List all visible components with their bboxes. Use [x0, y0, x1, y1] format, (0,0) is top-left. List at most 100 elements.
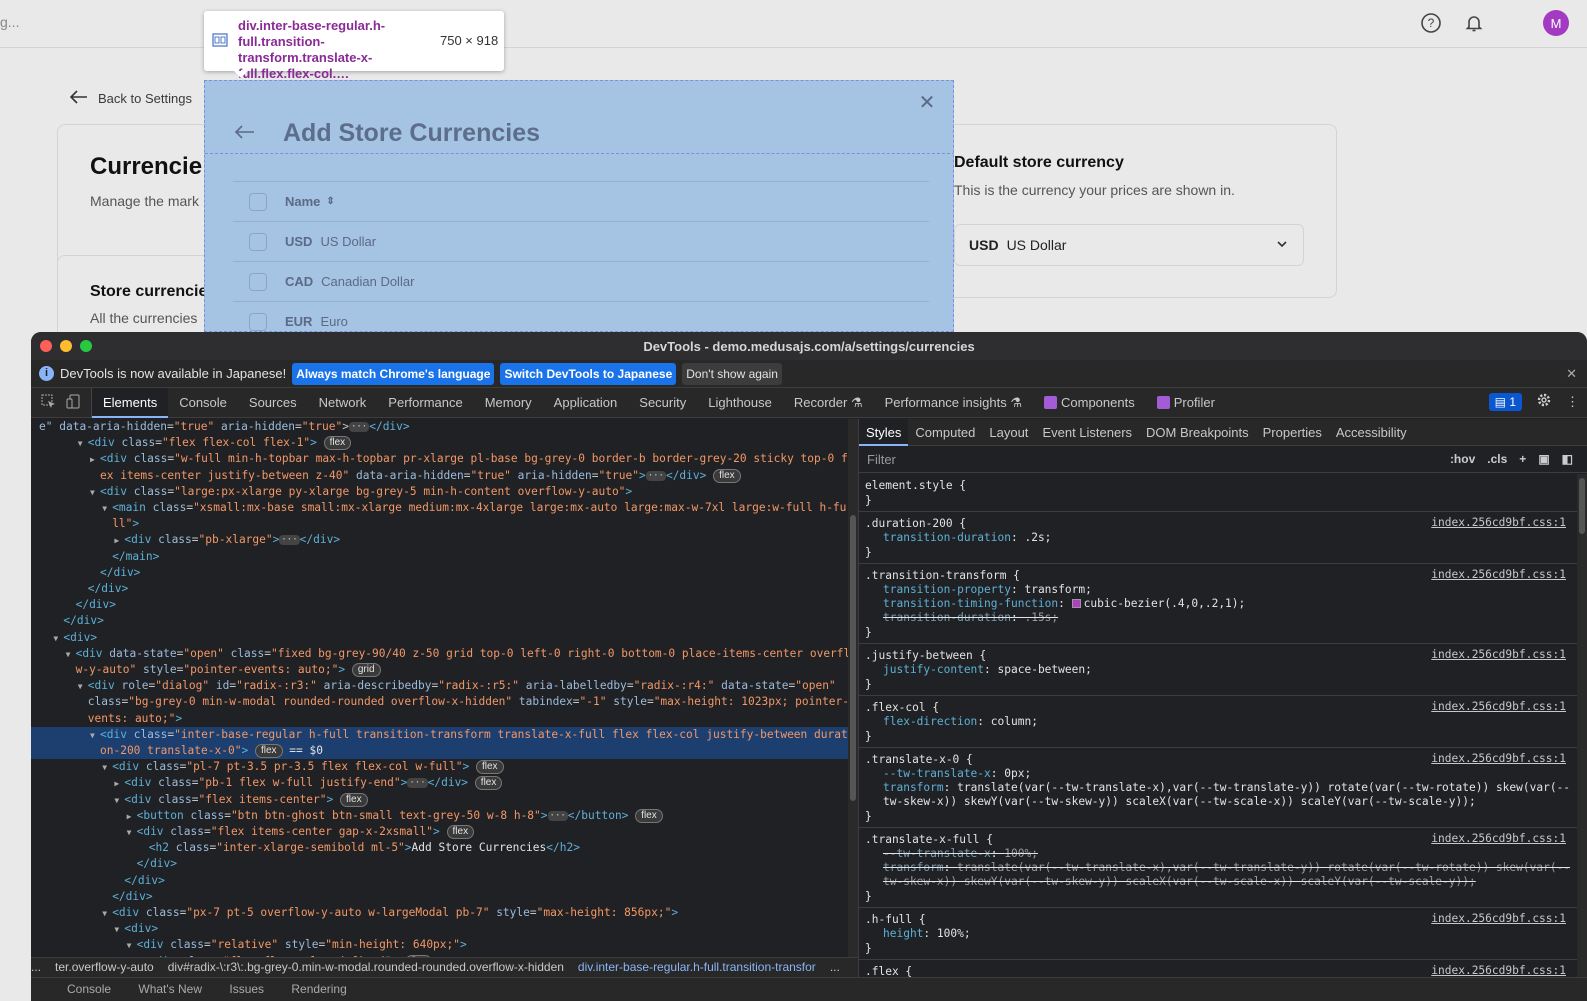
styles-scrollbar[interactable] [1577, 474, 1587, 977]
css-rule[interactable]: .h-full {index.256cd9bf.css:1 height: 100… [859, 908, 1578, 960]
help-icon[interactable]: ? [1418, 10, 1444, 36]
css-selector[interactable]: element.style { [865, 478, 1572, 493]
dom-node[interactable]: </div> [31, 597, 848, 613]
close-icon[interactable]: ✕ [1566, 366, 1577, 382]
tab-profiler[interactable]: Profiler [1146, 388, 1226, 418]
css-value[interactable]: translate(var(--tw-translate-x),var(--tw… [957, 781, 1570, 794]
breadcrumb-item[interactable]: ter.overflow-y-auto [55, 960, 154, 974]
css-declaration[interactable]: transition-timing-function: cubic-bezier… [865, 597, 1572, 611]
css-value[interactable]: column; [991, 715, 1038, 728]
dom-node[interactable]: class="bg-grey-0 min-w-modal rounded-rou… [31, 694, 848, 710]
more-options-icon[interactable]: ⋮ [1566, 394, 1579, 410]
select-all-checkbox[interactable] [249, 192, 267, 211]
dom-node[interactable]: ▼ <div class="relative" style="min-height… [31, 937, 848, 953]
css-source-link[interactable]: index.256cd9bf.css:1 [1431, 700, 1566, 713]
dom-node-selected[interactable]: ▼ <div class="inter-base-regular h-full t… [31, 726, 848, 743]
css-value[interactable]: .15s; [1024, 611, 1058, 624]
scrollbar-thumb[interactable] [850, 515, 856, 801]
css-value[interactable]: tw-skew-x)) skewY(var(--tw-skew-y)) scal… [883, 795, 1476, 808]
css-property[interactable]: justify-content [883, 663, 984, 676]
css-value[interactable]: space-between; [998, 663, 1092, 676]
dom-node[interactable]: </div> [31, 565, 848, 581]
tab-accessibility[interactable]: Accessibility [1329, 419, 1414, 446]
css-declaration[interactable]: transition-duration: .2s; [865, 531, 1572, 545]
css-property[interactable]: flex-direction [883, 715, 977, 728]
zoom-window-button[interactable] [80, 340, 92, 352]
close-icon[interactable]: ✕ [917, 93, 937, 113]
css-property[interactable]: transition-duration [883, 611, 1011, 624]
css-value[interactable]: 0px; [1004, 767, 1031, 780]
tab-network[interactable]: Network [308, 388, 378, 418]
elements-tree[interactable]: e" data-aria-hidden="true" aria-hidden="… [31, 419, 848, 957]
row-checkbox[interactable] [249, 312, 267, 331]
breadcrumb-item-selected[interactable]: div.inter-base-regular.h-full.transition… [578, 960, 816, 974]
css-value[interactable]: 100%; [1004, 847, 1038, 860]
gear-icon[interactable] [1536, 392, 1552, 411]
dom-node[interactable]: </div> [31, 856, 848, 872]
tab-performance-insights[interactable]: Performance insights ⚗ [874, 388, 1033, 418]
dom-node[interactable]: ▼ <div class="pl-7 pt-3.5 pr-3.5 flex fle… [31, 759, 848, 775]
drawer-tab-rendering[interactable]: Rendering [291, 982, 346, 996]
css-declaration[interactable]: justify-content: space-between; [865, 663, 1572, 677]
dom-node[interactable]: ▶ <button class="btn btn-ghost btn-small … [31, 808, 848, 824]
tab-console[interactable]: Console [168, 388, 238, 418]
dom-node[interactable]: ▼ <div class="large:px-xlarge py-xlarge b… [31, 484, 848, 500]
dom-node[interactable]: ▼ <div> [31, 630, 848, 646]
minimize-window-button[interactable] [60, 340, 72, 352]
hover-state-toggle[interactable]: :hov [1450, 452, 1475, 466]
dont-show-again-button[interactable]: Don't show again [682, 362, 782, 385]
breadcrumb-more[interactable]: ... [830, 960, 840, 974]
css-rule[interactable]: .flex-col {index.256cd9bf.css:1 flex-dire… [859, 696, 1578, 748]
css-property[interactable]: transition-duration [883, 531, 1011, 544]
css-declaration[interactable]: --tw-translate-x: 0px; [865, 767, 1572, 781]
tab-recorder[interactable]: Recorder ⚗ [783, 388, 874, 418]
tab-memory[interactable]: Memory [474, 388, 543, 418]
close-window-button[interactable] [40, 340, 52, 352]
default-currency-select[interactable]: USD US Dollar [954, 224, 1304, 266]
dom-node[interactable]: ▼ <div class="px-7 pt-5 overflow-y-auto w… [31, 905, 848, 921]
table-row[interactable]: USD US Dollar [233, 221, 929, 261]
css-declaration[interactable]: tw-skew-x)) skewY(var(--tw-skew-y)) scal… [865, 875, 1572, 889]
dom-node[interactable]: ▶ <div class="pb-xlarge"> ··· </div> [31, 532, 848, 548]
css-declaration[interactable]: transform: translate(var(--tw-translate-… [865, 861, 1572, 875]
toggle-sidebar-icon[interactable]: ◧ [1562, 452, 1573, 466]
css-rule[interactable]: element.style {} [859, 474, 1578, 512]
tab-application[interactable]: Application [543, 388, 629, 418]
dom-node-selected[interactable]: on-200 translate-x-0"> flex == $0 [31, 743, 848, 759]
dom-node[interactable]: </div> [31, 873, 848, 889]
avatar[interactable]: M [1543, 10, 1569, 36]
breadcrumb-item[interactable]: div#radix-\:r3\:.bg-grey-0.min-w-modal.r… [168, 960, 564, 974]
css-property[interactable]: transition-timing-function [883, 597, 1058, 610]
tab-performance[interactable]: Performance [377, 388, 473, 418]
dom-node[interactable]: ▼ <div> [31, 921, 848, 937]
dom-node[interactable]: ll"> [31, 516, 848, 532]
css-property[interactable]: transform [883, 781, 944, 794]
paint-icon[interactable]: ▣ [1538, 452, 1549, 466]
tab-components[interactable]: Components [1033, 388, 1146, 418]
tab-lighthouse[interactable]: Lighthouse [697, 388, 783, 418]
css-rule[interactable]: .justify-between {index.256cd9bf.css:1 ju… [859, 644, 1578, 696]
css-value[interactable]: translate(var(--tw-translate-x),var(--tw… [957, 861, 1570, 874]
css-rule[interactable]: .flex {index.256cd9bf.css:1display: flex… [859, 960, 1578, 977]
css-source-link[interactable]: index.256cd9bf.css:1 [1431, 832, 1566, 845]
dom-node[interactable]: ▼ <div data-state="open" class="fixed bg-… [31, 646, 848, 662]
css-rule[interactable]: .translate-x-0 {index.256cd9bf.css:1 --tw… [859, 748, 1578, 828]
add-rule-icon[interactable]: + [1519, 452, 1526, 466]
css-source-link[interactable]: index.256cd9bf.css:1 [1431, 964, 1566, 977]
css-property[interactable]: height [883, 927, 923, 940]
css-declaration[interactable]: tw-skew-x)) skewY(var(--tw-skew-y)) scal… [865, 795, 1572, 809]
dom-node[interactable]: ▶ <div class="w-full min-h-topbar max-h-t… [31, 451, 848, 467]
css-declaration[interactable]: height: 100%; [865, 927, 1572, 941]
styles-filter-input[interactable]: Filter [867, 452, 896, 467]
dom-node[interactable]: e" data-aria-hidden="true" aria-hidden="… [31, 419, 848, 435]
elements-scrollbar[interactable] [848, 419, 858, 957]
dom-node[interactable]: ▼ <div class="flex items-center gap-x-2xs… [31, 824, 848, 840]
tab-sources[interactable]: Sources [238, 388, 308, 418]
tab-layout[interactable]: Layout [982, 419, 1035, 446]
css-declaration[interactable]: flex-direction: column; [865, 715, 1572, 729]
row-checkbox[interactable] [249, 232, 267, 251]
tab-computed[interactable]: Computed [908, 419, 982, 446]
css-property[interactable]: --tw-translate-x [883, 847, 991, 860]
table-row[interactable]: EUR Euro [233, 301, 929, 331]
dom-node[interactable]: ▼ <div role="dialog" id="radix-:r3:" aria… [31, 678, 848, 694]
